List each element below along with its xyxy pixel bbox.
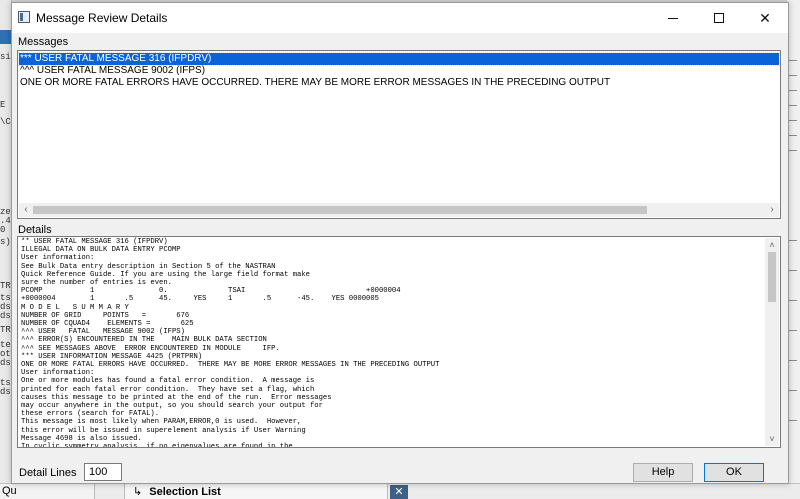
selection-list-tab[interactable]: ↳ Selection List (124, 484, 388, 499)
background-tick (789, 360, 797, 361)
ok-button[interactable]: OK (704, 463, 764, 482)
help-button[interactable]: Help (633, 463, 693, 482)
details-line: NUMBER OF GRID POINTS = 676 (21, 311, 190, 320)
background-tick (789, 270, 797, 271)
background-tick (789, 135, 797, 136)
background-tick (789, 390, 797, 391)
messages-horizontal-scrollbar[interactable]: ‹ › (19, 203, 779, 217)
background-tick (789, 330, 797, 331)
details-line: ONE OR MORE FATAL ERRORS HAVE OCCURRED. … (21, 361, 440, 370)
details-line: ** USER FATAL MESSAGE 316 (IFPDRV) (21, 238, 168, 246)
messages-label: Messages (18, 36, 69, 48)
scroll-down-icon[interactable]: ˅ (765, 432, 779, 446)
details-line: See Bulk Data entry description in Secti… (21, 262, 276, 271)
minimize-icon (668, 18, 678, 19)
subitem-arrow-icon: ↳ (133, 486, 143, 498)
scroll-up-icon[interactable]: ˄ (765, 238, 779, 252)
details-vertical-scrollbar[interactable]: ˄ ˅ (765, 238, 779, 446)
selection-list-label: Selection List (149, 486, 221, 498)
detail-lines-label: Detail Lines (19, 467, 77, 479)
background-tick (789, 75, 797, 76)
details-line: ^^^ ERROR(S) ENCOUNTERED IN THE MAIN BUL… (21, 336, 267, 345)
background-fragment: Qu (2, 485, 17, 497)
message-review-dialog: Message Review Details ✕ Messages *** US… (11, 2, 789, 484)
background-tick (789, 60, 797, 61)
window-title: Message Review Details (36, 11, 168, 25)
details-line: M O D E L S U M M A R Y (21, 303, 129, 312)
details-line: This message is most likely when PARAM,E… (21, 418, 302, 427)
app-window-icon (18, 11, 30, 23)
maximize-icon (714, 13, 724, 23)
minimize-button[interactable] (650, 3, 696, 33)
scroll-right-icon[interactable]: › (765, 203, 779, 217)
details-line: causes this message to be printed at the… (21, 393, 332, 402)
background-tick (789, 105, 797, 106)
details-line: *** USER INFORMATION MESSAGE 4425 (PRTPR… (21, 352, 203, 361)
background-tick (789, 90, 797, 91)
details-line: sure the number of entries is even. (21, 279, 172, 288)
scrollbar-thumb[interactable] (33, 206, 647, 214)
detail-lines-input[interactable]: 100 (84, 463, 122, 481)
details-line: ILLEGAL DATA ON BULK DATA ENTRY PCOMP (21, 246, 181, 255)
message-item-selected[interactable]: *** USER FATAL MESSAGE 316 (IFPDRV) (18, 52, 780, 66)
close-icon[interactable]: ✕ (390, 485, 408, 499)
details-content: ** USER FATAL MESSAGE 316 (IFPDRV) ILLEGA… (21, 238, 761, 448)
background-tab[interactable]: Qu (0, 484, 95, 499)
maximize-button[interactable] (696, 3, 742, 33)
close-icon: ✕ (759, 10, 771, 26)
details-text-area[interactable]: ** USER FATAL MESSAGE 316 (IFPDRV) ILLEGA… (17, 236, 781, 448)
details-line: One or more modules has found a fatal er… (21, 377, 315, 386)
details-line: In cyclic symmetry analysis, if no eigen… (21, 443, 293, 448)
background-tick (789, 300, 797, 301)
background-tick (789, 420, 797, 421)
title-bar[interactable]: Message Review Details ✕ (12, 3, 788, 33)
close-button[interactable]: ✕ (742, 3, 788, 33)
details-label: Details (18, 224, 52, 236)
details-line: may occur anywhere in the output, so you… (21, 402, 323, 411)
details-line: PCOMP 1 0. TSAI +0000004 (21, 287, 401, 296)
message-item[interactable]: ONE OR MORE FATAL ERRORS HAVE OCCURRED. … (19, 77, 779, 89)
details-line: printed for each fatal error condition. … (21, 385, 315, 394)
details-line: User information: (21, 254, 95, 263)
details-line: NUMBER OF CQUAD4 ELEMENTS = 625 (21, 320, 194, 329)
messages-list[interactable]: *** USER FATAL MESSAGE 316 (IFPDRV) ^^^ … (17, 50, 781, 219)
details-line: this error will be issued in superelemen… (21, 426, 306, 435)
background-tick (789, 240, 797, 241)
details-line: Quick Reference Guide. If you are using … (21, 270, 310, 279)
details-line: these errors (search for FATAL). (21, 410, 160, 419)
details-line: +0000004 1 .5 45. YES 1 .5 -45. YES 0000… (21, 295, 379, 304)
scrollbar-thumb[interactable] (768, 252, 776, 302)
message-item[interactable]: ^^^ USER FATAL MESSAGE 9002 (IFPS) (19, 65, 779, 77)
details-line: ^^^ SEE MESSAGES ABOVE ERROR ENCOUNTERED… (21, 344, 280, 353)
background-taskbar: Qu ↳ Selection List ✕ (0, 483, 800, 499)
background-tick (789, 120, 797, 121)
scroll-left-icon[interactable]: ‹ (19, 203, 33, 217)
details-line: Message 4698 is also issued. (21, 434, 142, 443)
details-line: User information: (21, 369, 95, 378)
background-tick (789, 150, 797, 151)
